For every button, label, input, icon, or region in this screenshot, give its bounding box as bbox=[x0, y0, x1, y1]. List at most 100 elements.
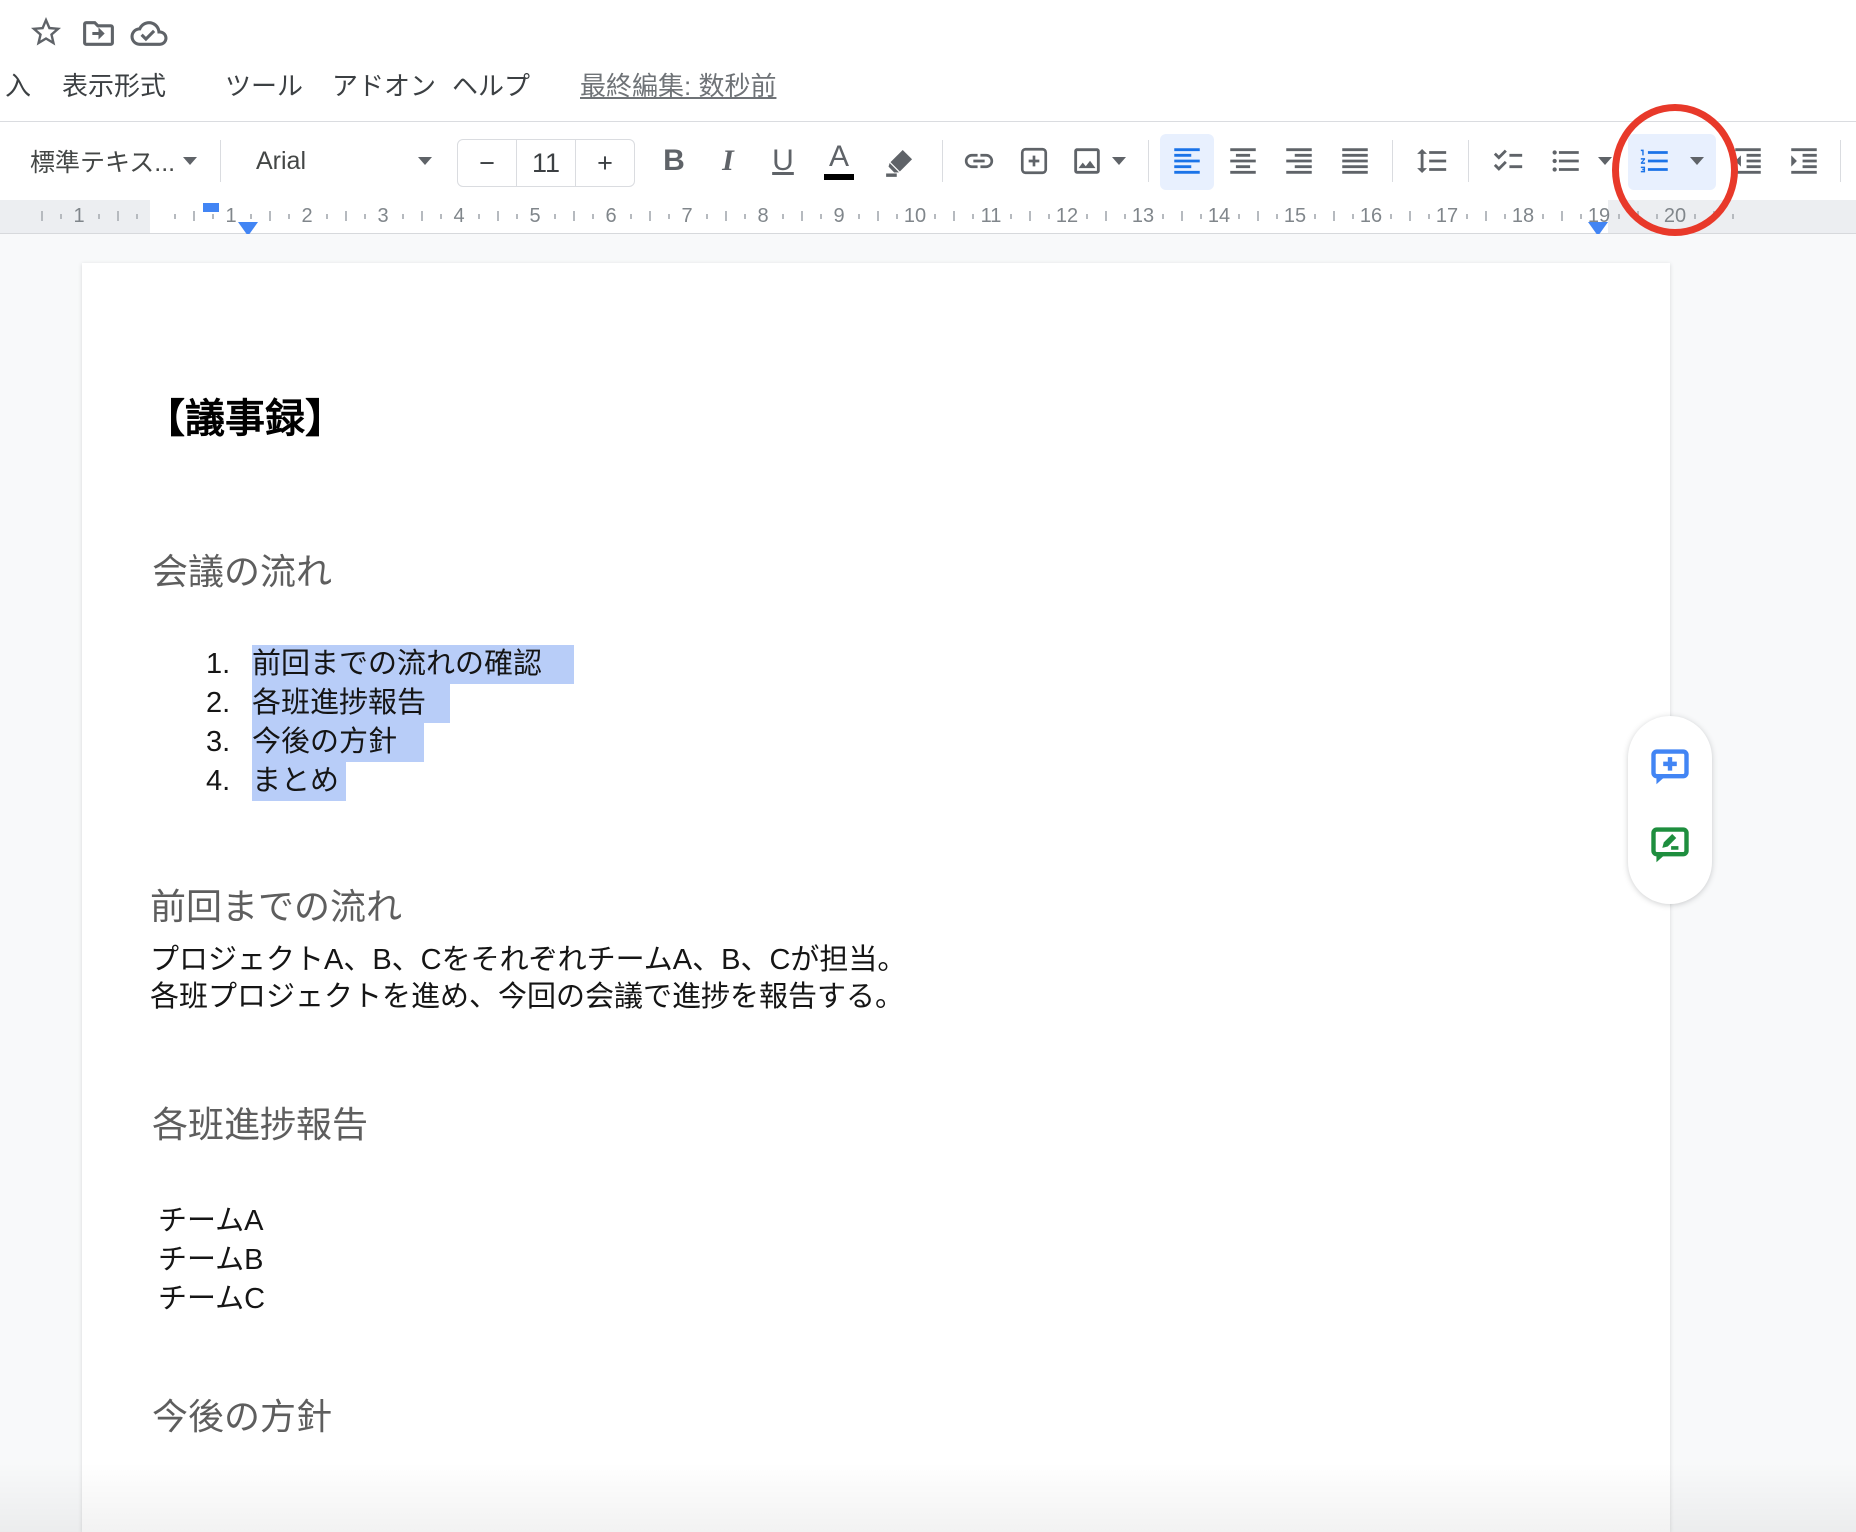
menu-item-tools[interactable]: ツール bbox=[225, 66, 303, 103]
last-edit-link[interactable]: 最終編集: 数秒前 bbox=[580, 66, 776, 103]
ruler-tick bbox=[1029, 211, 1031, 221]
ruler-number: 20 bbox=[1664, 205, 1686, 228]
style-selector[interactable]: 標準テキス... bbox=[30, 122, 175, 200]
font-size-decrease-button[interactable]: − bbox=[458, 140, 516, 186]
ruler-tick bbox=[896, 214, 898, 219]
add-comment-button[interactable] bbox=[1015, 122, 1053, 200]
ruler-tick bbox=[1561, 211, 1563, 221]
ruler-number: 5 bbox=[529, 205, 540, 228]
font-size-increase-button[interactable]: + bbox=[575, 140, 634, 186]
menu-item-insert-partial[interactable]: 入 bbox=[5, 66, 31, 103]
bold-button[interactable]: B bbox=[658, 122, 690, 200]
text-color-button[interactable]: A bbox=[822, 122, 856, 200]
style-selector-caret[interactable] bbox=[183, 122, 197, 200]
ruler-number: 9 bbox=[833, 205, 844, 228]
underline-button[interactable]: U bbox=[766, 122, 800, 200]
ruler-number: 6 bbox=[605, 205, 616, 228]
ruler[interactable]: 11234567891011121314151617181920 bbox=[0, 200, 1856, 234]
increase-indent-button[interactable] bbox=[1784, 122, 1824, 200]
ruler-tick bbox=[1086, 214, 1088, 219]
align-justify-button[interactable] bbox=[1336, 122, 1374, 200]
align-right-button[interactable] bbox=[1280, 122, 1318, 200]
bullet-list-caret[interactable] bbox=[1598, 122, 1612, 200]
align-left-button[interactable] bbox=[1168, 122, 1206, 200]
heading-progress: 各班進捗報告 bbox=[152, 1096, 368, 1148]
ruler-tick bbox=[440, 214, 442, 219]
line-spacing-button[interactable] bbox=[1412, 122, 1452, 200]
ruler-tick bbox=[193, 211, 195, 221]
highlighter-icon bbox=[884, 144, 918, 178]
ruler-number: 4 bbox=[453, 205, 464, 228]
insert-link-button[interactable] bbox=[960, 122, 998, 200]
ruler-tick bbox=[136, 214, 138, 219]
google-docs-window: 入 表示形式 ツール アドオン ヘルプ 最終編集: 数秒前 標準テキス... A… bbox=[0, 0, 1856, 1532]
ruler-number: 18 bbox=[1512, 205, 1534, 228]
body-text: プロジェクトA、B、CをそれぞれチームA、B、Cが担当。 bbox=[150, 936, 906, 978]
ruler-tick bbox=[668, 214, 670, 219]
bullet-list-button[interactable] bbox=[1546, 122, 1586, 200]
ruler-tick bbox=[1637, 211, 1639, 221]
move-folder-icon[interactable] bbox=[80, 15, 117, 52]
comment-add-icon bbox=[1648, 745, 1692, 789]
chevron-down-icon bbox=[183, 157, 197, 165]
align-center-button[interactable] bbox=[1224, 122, 1262, 200]
ruler-number: 1 bbox=[225, 205, 236, 228]
ruler-tick bbox=[953, 211, 955, 221]
ruler-number: 3 bbox=[377, 205, 388, 228]
font-size-value[interactable]: 11 bbox=[516, 140, 575, 186]
list-number: 4. bbox=[206, 765, 238, 798]
font-selector-caret[interactable] bbox=[418, 122, 432, 200]
ruler-number: 2 bbox=[301, 205, 312, 228]
ruler-tick bbox=[782, 214, 784, 219]
ruler-tick bbox=[174, 214, 176, 219]
cloud-saved-icon[interactable] bbox=[129, 15, 169, 52]
agenda-item: 1.前回までの流れの確認 bbox=[206, 645, 574, 684]
menu-item-help[interactable]: ヘルプ bbox=[452, 66, 530, 103]
numbered-list-button[interactable] bbox=[1636, 122, 1674, 200]
font-size-control: − 11 + bbox=[457, 139, 635, 187]
image-icon bbox=[1070, 144, 1104, 178]
decrease-indent-button[interactable] bbox=[1728, 122, 1768, 200]
italic-button[interactable]: I bbox=[712, 122, 744, 200]
ruler-tick bbox=[288, 214, 290, 219]
divider bbox=[1148, 140, 1149, 182]
ruler-tick bbox=[98, 214, 100, 219]
ruler-tick bbox=[1618, 214, 1620, 219]
ruler-tick bbox=[1504, 214, 1506, 219]
chevron-down-icon bbox=[418, 157, 432, 165]
chevron-down-icon bbox=[1598, 157, 1612, 165]
ruler-tick bbox=[820, 214, 822, 219]
insert-image-button[interactable] bbox=[1068, 122, 1106, 200]
numbered-list-caret[interactable] bbox=[1690, 122, 1704, 200]
selected-text: 今後の方針 bbox=[252, 723, 424, 762]
ruler-tick bbox=[1238, 214, 1240, 219]
divider bbox=[1468, 140, 1469, 182]
menu-item-format[interactable]: 表示形式 bbox=[62, 66, 166, 103]
font-selector[interactable]: Arial bbox=[256, 122, 306, 200]
ruler-tick bbox=[1333, 211, 1335, 221]
comment-plus-icon bbox=[1018, 145, 1050, 177]
add-comment-fab[interactable] bbox=[1647, 744, 1693, 790]
team-item: チームA bbox=[158, 1197, 263, 1239]
ruler-tick bbox=[345, 211, 347, 221]
ruler-tick bbox=[41, 211, 43, 221]
insert-image-caret[interactable] bbox=[1112, 122, 1126, 200]
agenda-item: 3.今後の方針 bbox=[206, 723, 424, 762]
ruler-number: 12 bbox=[1056, 205, 1078, 228]
document-page[interactable]: 【議事録】 会議の流れ 1.前回までの流れの確認 2.各班進捗報告 3.今後の方… bbox=[82, 263, 1670, 1532]
divider bbox=[1392, 140, 1393, 182]
ruler-number: 10 bbox=[904, 205, 926, 228]
checklist-button[interactable] bbox=[1488, 122, 1528, 200]
ruler-tick bbox=[516, 214, 518, 219]
highlight-color-button[interactable] bbox=[882, 122, 920, 200]
star-icon[interactable] bbox=[28, 14, 64, 50]
ruler-tick bbox=[1314, 214, 1316, 219]
suggest-edits-fab[interactable] bbox=[1647, 822, 1693, 868]
ruler-tick bbox=[1694, 214, 1696, 219]
menu-item-addons[interactable]: アドオン bbox=[332, 66, 436, 103]
ruler-number: 15 bbox=[1284, 205, 1306, 228]
divider bbox=[942, 140, 943, 182]
first-line-indent-marker[interactable] bbox=[203, 203, 219, 212]
ruler-tick bbox=[858, 214, 860, 219]
ruler-tick bbox=[478, 214, 480, 219]
